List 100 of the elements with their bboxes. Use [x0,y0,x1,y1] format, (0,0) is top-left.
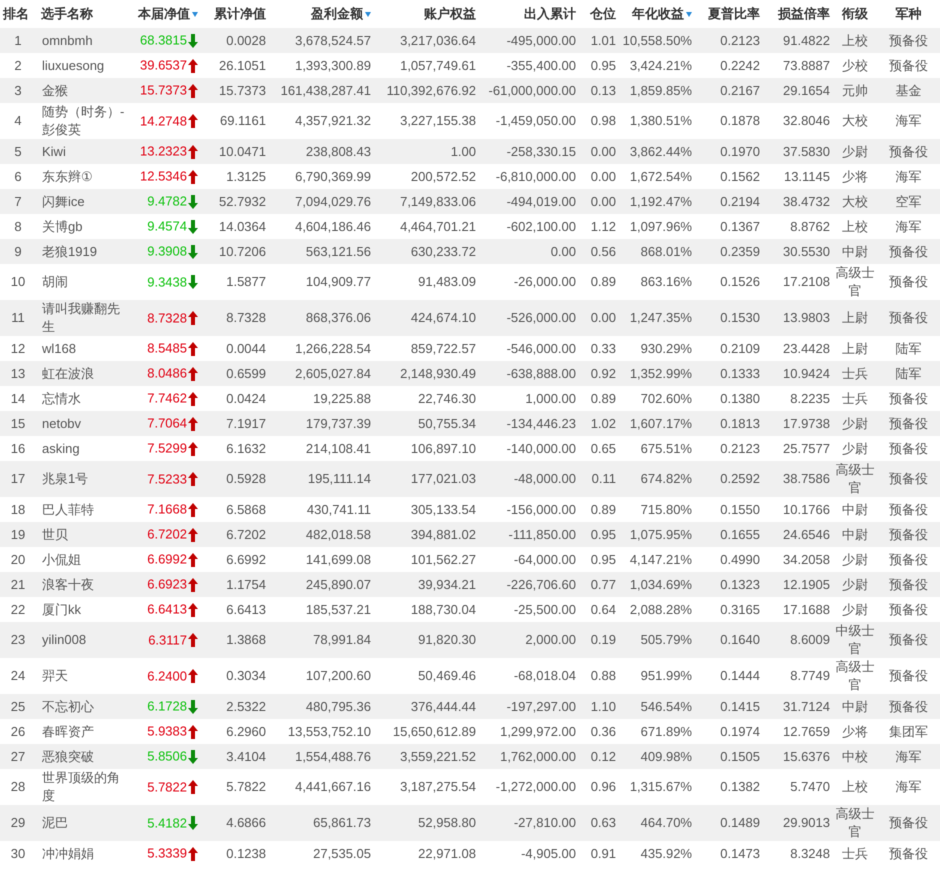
table-cell: 0.88 [579,658,619,694]
column-header[interactable]: 损益倍率 [778,6,830,21]
table-cell: 91,820.30 [374,622,479,658]
table-cell: 0.91 [579,841,619,866]
sort-icon[interactable] [365,12,371,18]
table-cell: -134,446.23 [479,411,579,436]
table-cell: 胡闹 [38,264,131,300]
table-cell: 预备役 [877,597,940,622]
table-cell: 2,000.00 [479,622,579,658]
table-cell: 2,605,027.84 [269,361,374,386]
table-cell: 0.2359 [695,239,763,264]
table-cell: 671.89% [619,719,695,744]
table-cell: 预备役 [877,572,940,597]
sort-icon[interactable] [192,12,198,18]
table-cell: 忘情水 [38,386,131,411]
table-cell: 0.1415 [695,694,763,719]
table-cell: 1.3125 [201,164,269,189]
column-header[interactable]: 排名 [3,6,29,21]
table-cell: 1,393,300.89 [269,53,374,78]
table-cell: 1,247.35% [619,300,695,336]
table-cell: 预备役 [877,497,940,522]
table-cell: 2,088.28% [619,597,695,622]
table-cell: 0.1813 [695,411,763,436]
table-cell: 4,147.21% [619,547,695,572]
table-cell: -355,400.00 [479,53,579,78]
column-header[interactable]: 年化收益 [632,6,684,21]
column-header[interactable]: 军种 [896,6,922,21]
arrow-down-icon [188,816,198,830]
net-value: 12.5346 [140,168,187,184]
table-cell: 士兵 [833,841,877,866]
table-cell: 32.8046 [763,103,833,139]
table-cell: 7,094,029.76 [269,189,374,214]
table-cell: 3.4104 [201,744,269,769]
table-cell: 上尉 [833,300,877,336]
table-cell: 陆军 [877,336,940,361]
table-cell: 预备役 [877,622,940,658]
table-cell: 少尉 [833,547,877,572]
table-cell: yilin008 [38,622,131,658]
table-cell: 冲冲娟娟 [38,841,131,866]
table-cell: 702.60% [619,386,695,411]
table-cell: 951.99% [619,658,695,694]
table-cell: 91.4822 [763,28,833,53]
table-cell: 陆军 [877,361,940,386]
arrow-up-icon [188,724,198,739]
table-cell: 27 [0,744,38,769]
column-header[interactable]: 夏普比率 [708,6,760,21]
table-cell: 0.64 [579,597,619,622]
table-cell: 闪舞ice [38,189,131,214]
table-cell: -4,905.00 [479,841,579,866]
table-cell: 715.80% [619,497,695,522]
table-cell: 0.95 [579,547,619,572]
table-cell: 中尉 [833,694,877,719]
table-cell: -26,000.00 [479,264,579,300]
column-header[interactable]: 累计净值 [214,6,266,21]
column-header[interactable]: 衔级 [842,6,868,21]
column-header[interactable]: 仓位 [590,6,616,21]
column-header[interactable]: 盈利金额 [311,6,363,21]
column-header[interactable]: 选手名称 [41,6,93,21]
table-cell: -226,706.60 [479,572,579,597]
table-cell: 73.8887 [763,53,833,78]
table-cell: 预备役 [877,461,940,497]
table-cell: 39,934.21 [374,572,479,597]
table-cell: 7 [0,189,38,214]
table-cell: 50,755.34 [374,411,479,436]
table-cell: 15.7373 [201,78,269,103]
table-cell: 空军 [877,189,940,214]
net-value: 9.4574 [147,218,187,234]
table-cell: 0.1333 [695,361,763,386]
table-cell: 4 [0,103,38,139]
table-cell: 23 [0,622,38,658]
column-header[interactable]: 出入累计 [524,6,576,21]
table-cell: 376,444.44 [374,694,479,719]
table-cell: 25.7577 [763,436,833,461]
table-cell: 6.5868 [201,497,269,522]
sort-icon[interactable] [686,12,692,18]
table-cell: 34.2058 [763,547,833,572]
table-cell: 0.1505 [695,744,763,769]
column-header[interactable]: 本届净值 [138,6,190,21]
column-header[interactable]: 账户权益 [424,6,476,21]
table-cell: 863.16% [619,264,695,300]
table-cell: 预备役 [877,300,940,336]
table-cell: 6.6992 [201,547,269,572]
table-cell: 1 [0,28,38,53]
table-cell: 海军 [877,744,940,769]
table-cell: 16 [0,436,38,461]
table-cell: 0.4990 [695,547,763,572]
table-cell: 金猴 [38,78,131,103]
arrow-up-icon [188,416,198,431]
table-cell: 4,441,667.16 [269,769,374,805]
table-cell: 2,148,930.49 [374,361,479,386]
arrow-down-icon [188,244,198,259]
arrow-up-icon [188,846,198,861]
arrow-up-icon [188,669,198,684]
table-cell: 0.89 [579,386,619,411]
table-cell: 0.33 [579,336,619,361]
net-value: 39.6537 [140,58,187,73]
net-value: 5.9383 [147,724,187,739]
table-cell: 0.6599 [201,361,269,386]
table-cell: 6.7202 [201,522,269,547]
table-cell: 10.0471 [201,139,269,164]
